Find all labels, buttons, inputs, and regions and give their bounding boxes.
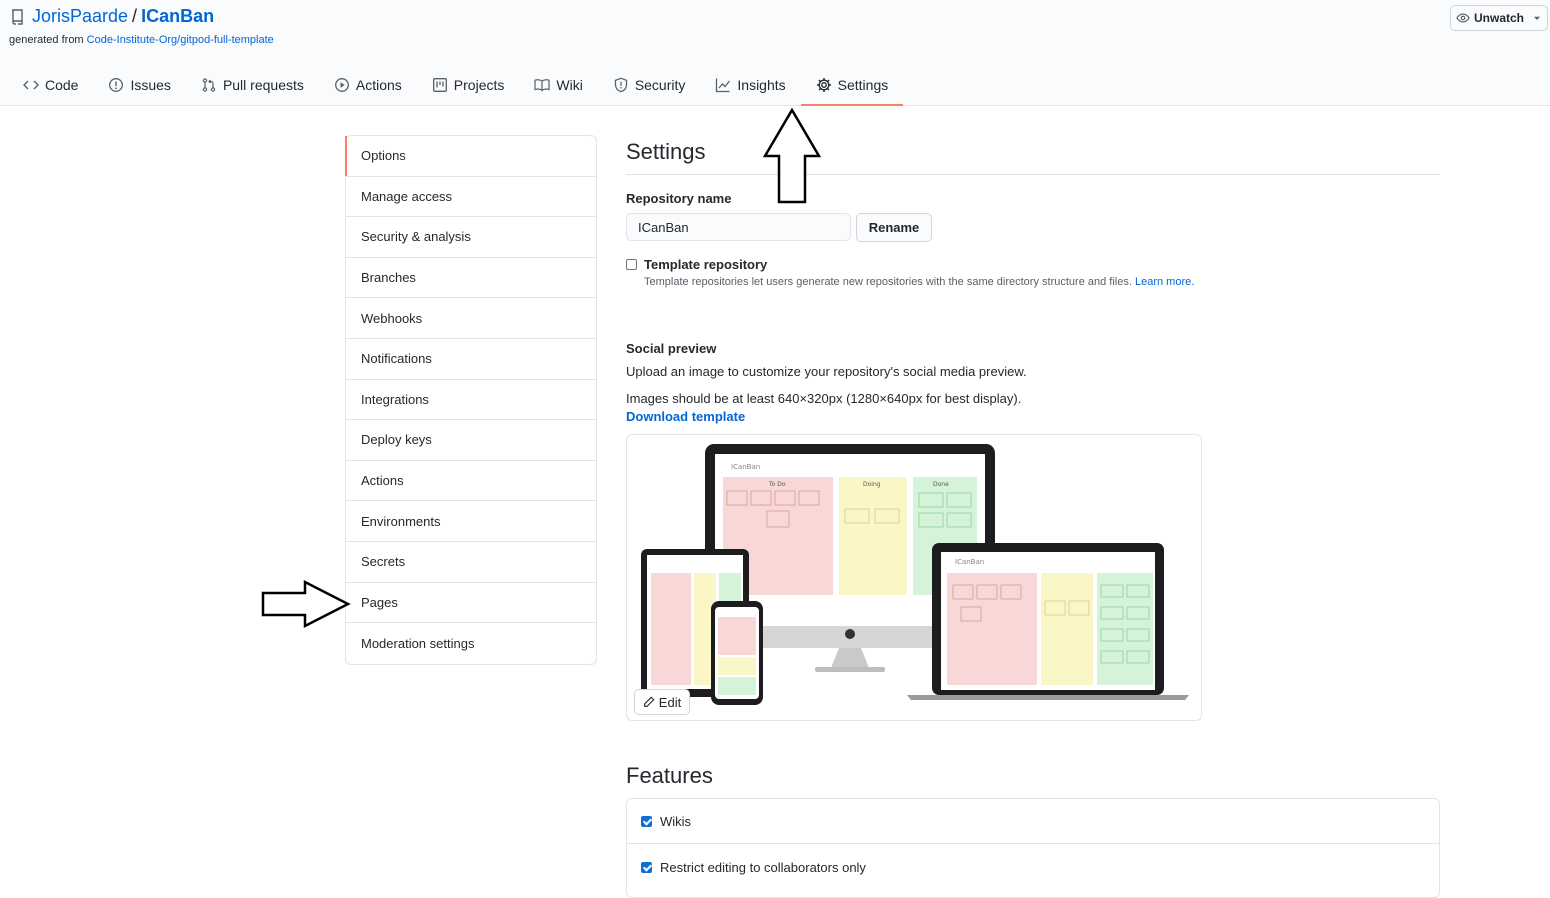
generated-from-prefix: generated from xyxy=(9,34,84,46)
feature-row-restrict-editing: Restrict editing to collaborators only xyxy=(627,845,1439,890)
wikis-label: Wikis xyxy=(660,814,692,829)
laptop-doing-column xyxy=(1041,573,1093,685)
shield-icon xyxy=(614,77,627,93)
device-mockup-illustration: ICanBan To Do Doing Done ICanBan xyxy=(641,444,1189,705)
features-list: Wikis Restrict editing to collaborators … xyxy=(626,798,1440,898)
page-title: Settings xyxy=(626,139,706,164)
eye-icon xyxy=(1456,13,1470,23)
template-repository-label: Template repository xyxy=(644,257,768,272)
repo-nav: Code Issues Pull requests Actions Projec… xyxy=(8,66,904,106)
tab-security[interactable]: Security xyxy=(598,66,701,106)
tab-label: Wiki xyxy=(556,77,583,93)
pencil-icon xyxy=(643,696,655,707)
learn-more-link[interactable]: Learn more. xyxy=(1135,276,1194,288)
up-arrow-annotation xyxy=(762,108,822,204)
imac-doing-column xyxy=(839,477,907,595)
phone-done-column xyxy=(718,677,756,695)
tab-actions[interactable]: Actions xyxy=(319,66,417,106)
play-icon xyxy=(334,78,349,92)
menu-item-notifications[interactable]: Notifications xyxy=(346,339,596,380)
tab-code[interactable]: Code xyxy=(8,66,93,106)
pull-request-icon xyxy=(202,78,216,92)
template-repository-checkbox[interactable] xyxy=(626,259,637,270)
tab-label: Insights xyxy=(737,77,786,93)
menu-item-webhooks[interactable]: Webhooks xyxy=(346,298,596,339)
tab-projects[interactable]: Projects xyxy=(417,66,520,106)
code-icon xyxy=(23,80,39,90)
repo-title: JorisPaarde / ICanBan xyxy=(10,6,214,27)
tab-insights[interactable]: Insights xyxy=(700,66,800,106)
laptop-todo-column xyxy=(947,573,1037,685)
tab-label: Security xyxy=(634,77,686,93)
right-arrow-annotation xyxy=(261,579,351,629)
tab-label: Actions xyxy=(355,77,402,93)
template-source-link[interactable]: Code-Institute-Org/gitpod-full-template xyxy=(87,34,274,46)
restrict-editing-checkbox[interactable] xyxy=(641,862,652,873)
tab-pull-requests[interactable]: Pull requests xyxy=(186,66,319,106)
social-preview-size-note: Images should be at least 640×320px (128… xyxy=(626,391,1022,406)
repo-name-input[interactable] xyxy=(626,213,851,241)
menu-item-pages[interactable]: Pages xyxy=(346,583,596,624)
menu-item-deploy-keys[interactable]: Deploy keys xyxy=(346,420,596,461)
feature-row-wikis: Wikis xyxy=(627,799,1439,844)
menu-item-actions[interactable]: Actions xyxy=(346,461,596,502)
repo-icon xyxy=(12,8,23,25)
restrict-editing-label: Restrict editing to collaborators only xyxy=(660,860,866,875)
menu-item-moderation-settings[interactable]: Moderation settings xyxy=(346,623,596,664)
tab-issues[interactable]: Issues xyxy=(93,66,185,106)
generated-from: generated from Code-Institute-Org/gitpod… xyxy=(9,34,274,46)
tab-label: Code xyxy=(45,77,79,93)
repo-name-label: Repository name xyxy=(626,191,732,206)
repo-header: JorisPaarde / ICanBan generated from Cod… xyxy=(0,0,1550,106)
menu-item-branches[interactable]: Branches xyxy=(346,258,596,299)
project-icon xyxy=(432,78,447,92)
tab-settings[interactable]: Settings xyxy=(800,66,904,106)
tab-label: Issues xyxy=(130,77,171,93)
phone-doing-column xyxy=(718,657,756,675)
issue-icon xyxy=(109,78,124,92)
rename-button[interactable]: Rename xyxy=(856,213,932,242)
tablet-todo-column xyxy=(651,573,691,685)
settings-menu: Options Manage access Security & analysi… xyxy=(345,135,597,665)
unwatch-button[interactable]: Unwatch xyxy=(1450,5,1548,31)
tab-label: Settings xyxy=(837,77,889,93)
imac-doing-label: Doing xyxy=(863,481,881,488)
template-note-text: Template repositories let users generate… xyxy=(644,276,1132,288)
social-preview-description: Upload an image to customize your reposi… xyxy=(626,364,1027,379)
tab-label: Pull requests xyxy=(222,77,304,93)
imac-todo-label: To Do xyxy=(768,481,786,488)
repo-owner-link[interactable]: JorisPaarde xyxy=(32,6,128,27)
features-title: Features xyxy=(626,763,713,788)
tab-label: Projects xyxy=(453,77,505,93)
laptop-app-name: ICanBan xyxy=(955,558,984,566)
menu-item-manage-access[interactable]: Manage access xyxy=(346,177,596,218)
wikis-checkbox[interactable] xyxy=(641,816,652,827)
social-preview-title: Social preview xyxy=(626,341,717,356)
phone-todo-column xyxy=(718,617,756,655)
template-repository-note: Template repositories let users generate… xyxy=(644,276,1194,288)
edit-preview-button[interactable]: Edit xyxy=(634,689,690,715)
imac-app-name: ICanBan xyxy=(731,463,760,471)
unwatch-label: Unwatch xyxy=(1473,11,1524,25)
imac-done-label: Done xyxy=(933,481,949,488)
menu-item-security-analysis[interactable]: Security & analysis xyxy=(346,217,596,258)
social-preview-image: ICanBan To Do Doing Done ICanBan Edit xyxy=(626,434,1202,721)
menu-item-options[interactable]: Options xyxy=(345,136,596,177)
tab-wiki[interactable]: Wiki xyxy=(519,66,597,106)
menu-item-integrations[interactable]: Integrations xyxy=(346,380,596,421)
graph-icon xyxy=(716,78,731,93)
title-divider xyxy=(626,174,1440,175)
menu-item-secrets[interactable]: Secrets xyxy=(346,542,596,583)
repo-name-link[interactable]: ICanBan xyxy=(141,6,214,27)
repo-title-separator: / xyxy=(132,6,138,26)
gear-icon xyxy=(816,78,831,92)
caret-down-icon xyxy=(1533,16,1541,20)
edit-label: Edit xyxy=(658,694,682,710)
download-template-link[interactable]: Download template xyxy=(626,409,745,424)
menu-item-environments[interactable]: Environments xyxy=(346,501,596,542)
book-icon xyxy=(534,79,550,92)
